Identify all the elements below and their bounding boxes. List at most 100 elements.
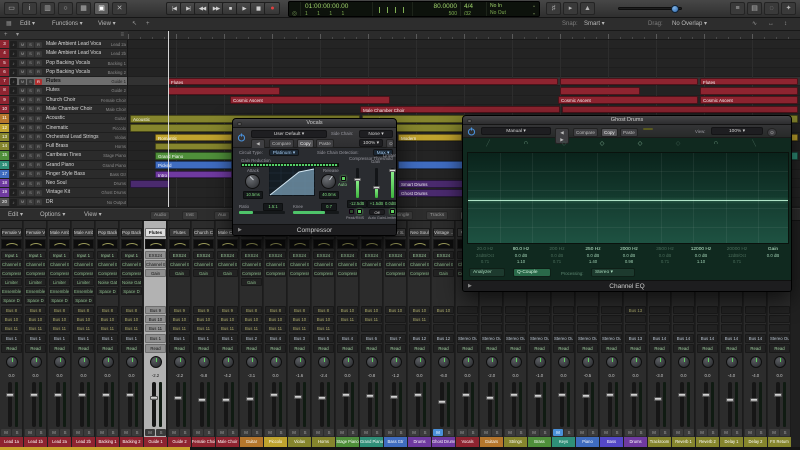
solo-button[interactable]: S bbox=[540, 429, 550, 436]
count-in-icon[interactable]: ▸ bbox=[563, 2, 578, 15]
send-slot[interactable] bbox=[721, 324, 742, 332]
fader-cap[interactable] bbox=[534, 394, 542, 399]
send-slot[interactable]: Bus 10 bbox=[433, 306, 454, 314]
bell1-band-icon[interactable]: ◇ bbox=[557, 140, 571, 147]
send-slot[interactable]: Bus 10 bbox=[337, 306, 358, 314]
add-track-button[interactable]: + bbox=[4, 31, 8, 40]
master-volume-knob[interactable] bbox=[671, 5, 679, 13]
mute-button[interactable]: M bbox=[481, 429, 491, 436]
send-slot[interactable] bbox=[745, 324, 766, 332]
library-icon[interactable]: ▭ bbox=[4, 2, 19, 15]
pan-knob[interactable] bbox=[173, 356, 186, 368]
mute-button[interactable]: M bbox=[673, 429, 683, 436]
mixer-strip[interactable]: Church C…EXS24Channel EQGainBus 9Bus 10B… bbox=[192, 221, 215, 447]
arrange-region[interactable] bbox=[168, 87, 280, 95]
send-slot[interactable]: Bus 11 bbox=[361, 315, 382, 323]
volume-value[interactable]: -0.8 bbox=[360, 373, 383, 378]
solo-button[interactable]: S bbox=[636, 429, 646, 436]
solo-button[interactable]: S bbox=[27, 87, 34, 94]
send-slot[interactable] bbox=[601, 315, 622, 323]
circuit-type-menu[interactable]: Platinum ▾ bbox=[269, 149, 299, 156]
send-slot[interactable]: Bus 10 bbox=[97, 315, 118, 323]
send-slot[interactable]: Bus 11 bbox=[49, 324, 70, 332]
strip-label[interactable]: Horns bbox=[312, 437, 335, 447]
insert-slot[interactable]: Channel EQ bbox=[337, 260, 358, 268]
send-slot[interactable]: Bus 10 bbox=[289, 315, 310, 323]
send-slot[interactable] bbox=[481, 315, 502, 323]
solo-button[interactable]: S bbox=[228, 429, 238, 436]
mute-button[interactable]: M bbox=[217, 429, 227, 436]
send-slot[interactable]: Bus 11 bbox=[337, 315, 358, 323]
header-options-icon[interactable]: ≡ bbox=[120, 31, 124, 40]
send-slot[interactable] bbox=[697, 324, 718, 332]
send-slot[interactable]: Bus 11 bbox=[313, 324, 334, 332]
solo-button[interactable]: S bbox=[12, 429, 22, 436]
strip-label[interactable]: Lead 1a bbox=[0, 437, 23, 447]
volume-value[interactable]: 0.0 bbox=[96, 373, 119, 378]
input-slot[interactable]: Input 1 bbox=[1, 251, 22, 259]
solo-button[interactable]: S bbox=[27, 199, 34, 206]
send-slot[interactable] bbox=[457, 315, 478, 323]
solo-button[interactable]: S bbox=[396, 429, 406, 436]
automation-slot[interactable]: Read bbox=[289, 344, 310, 353]
strip-name[interactable]: Flutes bbox=[169, 228, 190, 237]
insert-slot[interactable]: Gain bbox=[193, 269, 214, 277]
automation-slot[interactable]: Read bbox=[481, 344, 502, 353]
link-icon[interactable]: ⊙ bbox=[767, 127, 777, 137]
record-enable-button[interactable]: R bbox=[35, 143, 42, 150]
eq-graph[interactable] bbox=[467, 152, 789, 244]
send-slot[interactable]: Bus 11 bbox=[25, 324, 46, 332]
h-zoom-slider[interactable]: ↔ bbox=[768, 18, 774, 31]
volume-value[interactable]: -2.2 bbox=[144, 373, 167, 378]
lowpass-band-icon[interactable]: ╲ bbox=[747, 140, 761, 147]
strip-label[interactable]: FX Return bbox=[768, 437, 791, 447]
record-enable-button[interactable]: R bbox=[35, 134, 42, 141]
eq-band-column[interactable]: 80.0 Hz 0.0 dB 1.10 bbox=[503, 246, 539, 265]
send-slot[interactable] bbox=[673, 315, 694, 323]
quick-help-icon[interactable]: ▥ bbox=[40, 2, 55, 15]
fader-cap[interactable] bbox=[678, 393, 686, 398]
track-header-row[interactable]: 5 ♪ M S R Pop Backing Vocals Backing 1 bbox=[0, 58, 127, 68]
track-header-row[interactable]: 7 ♪ M S R Flutes Guide 1 bbox=[0, 77, 127, 87]
knee-slider[interactable] bbox=[293, 211, 339, 214]
mixer-strip[interactable]: Finger S…EXS24Channel EQCompressorBus 10… bbox=[384, 221, 407, 447]
mute-button[interactable]: M bbox=[19, 143, 26, 150]
record-enable-button[interactable]: R bbox=[35, 115, 42, 122]
volume-value[interactable]: -5.8 bbox=[192, 373, 215, 378]
solo-button[interactable]: S bbox=[27, 106, 34, 113]
lcd-division[interactable]: /32 bbox=[464, 11, 486, 18]
send-slot[interactable]: Bus 10 bbox=[361, 306, 382, 314]
solo-button[interactable]: S bbox=[27, 69, 34, 76]
send-slot[interactable]: Bus 11 bbox=[73, 324, 94, 332]
close-icon[interactable] bbox=[467, 118, 472, 123]
insert-slot[interactable]: Gain bbox=[433, 269, 454, 277]
gain-slider[interactable] bbox=[372, 168, 380, 198]
fader-cap[interactable] bbox=[750, 398, 758, 403]
threshold-slider[interactable] bbox=[353, 168, 361, 198]
record-enable-button[interactable]: R bbox=[35, 125, 42, 132]
insert-slot[interactable]: Limiter bbox=[73, 278, 94, 286]
mute-button[interactable]: M bbox=[289, 429, 299, 436]
eq-band-q[interactable]: 0.71 bbox=[647, 259, 683, 265]
fader-cap[interactable] bbox=[630, 393, 638, 398]
output-slot[interactable]: Bus 14 bbox=[721, 334, 742, 343]
volume-value[interactable]: -4.0 bbox=[720, 373, 743, 378]
output-slot[interactable]: Stereo Out bbox=[769, 334, 790, 343]
pan-knob[interactable] bbox=[653, 356, 666, 368]
strip-label[interactable]: Delay 1 bbox=[720, 437, 743, 447]
record-enable-button[interactable]: R bbox=[35, 189, 42, 196]
mute-button[interactable]: M bbox=[19, 125, 26, 132]
mixer-icon[interactable]: ▣ bbox=[94, 2, 109, 15]
send-slot[interactable] bbox=[505, 324, 526, 332]
fader-cap[interactable] bbox=[150, 395, 158, 400]
automation-slot[interactable]: Read bbox=[745, 344, 766, 353]
output-slot[interactable]: Bus 1 bbox=[193, 334, 214, 343]
arrange-region[interactable]: Romantic bbox=[155, 133, 232, 142]
input-slot[interactable]: EXS24 bbox=[241, 251, 262, 259]
track-header-row[interactable]: 8 ♪ M S R Flutes Guide 2 bbox=[0, 86, 127, 96]
solo-button[interactable]: S bbox=[27, 97, 34, 104]
eq-band-frequency[interactable]: 20000 Hz bbox=[719, 246, 755, 253]
track-header-row[interactable]: 19 ♪ M S R Vintage Kit Ghost Drums bbox=[0, 188, 127, 198]
send-slot[interactable] bbox=[433, 315, 454, 323]
record-enable-button[interactable]: R bbox=[35, 60, 42, 67]
